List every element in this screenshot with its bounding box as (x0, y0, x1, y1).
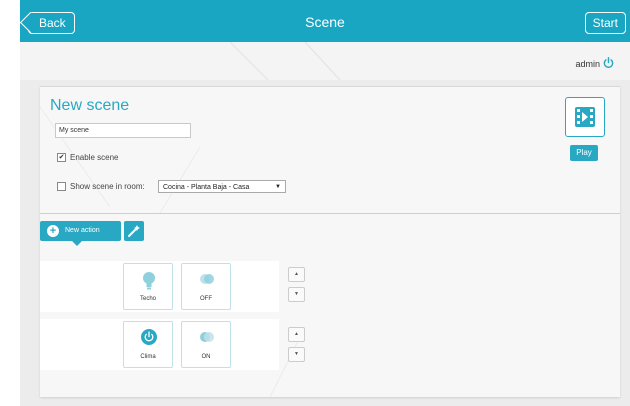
row-order-controls: ▲ ▼ (288, 267, 305, 307)
action-row: Clima ON (40, 319, 279, 370)
show-in-room-row: Show scene in room: (57, 182, 145, 191)
scene-card: New scene My scene ✔ Enable scene Show s… (40, 86, 620, 397)
state-label: OFF (200, 296, 212, 302)
start-button[interactable]: Start (584, 12, 626, 34)
wand-button[interactable] (124, 221, 144, 241)
enable-scene-checkbox[interactable]: ✔ (57, 153, 66, 162)
device-label: Clima (140, 354, 156, 360)
scene-icon-button[interactable] (565, 97, 605, 137)
top-bar: Back Scene Start (20, 0, 630, 42)
toggle-icon (200, 332, 214, 342)
user-info: admin (575, 57, 614, 70)
app-frame: Back Scene Start admin New scene My scen… (20, 0, 630, 406)
show-in-room-label: Show scene in room: (70, 182, 145, 191)
new-action-button[interactable]: + New action (40, 221, 121, 246)
username: admin (575, 58, 600, 69)
scene-name-input[interactable]: My scene (55, 123, 191, 138)
move-up-button[interactable]: ▲ (288, 327, 305, 342)
state-tile[interactable]: OFF (181, 263, 231, 310)
scene-heading: New scene (50, 97, 130, 114)
background-lines (229, 42, 341, 80)
play-button[interactable]: Play (570, 145, 598, 161)
state-tile[interactable]: ON (181, 321, 231, 368)
plus-icon: + (47, 225, 59, 237)
new-action-label: New action (65, 227, 100, 234)
page-title: Scene (305, 14, 345, 30)
bulb-icon (143, 272, 155, 290)
move-down-button[interactable]: ▼ (288, 347, 305, 362)
power-circle-icon (141, 329, 157, 345)
room-select[interactable]: Cocina - Planta Baja - Casa ▼ (158, 180, 286, 193)
enable-scene-row: ✔ Enable scene (57, 153, 118, 162)
enable-scene-label: Enable scene (70, 153, 119, 162)
row-order-controls: ▲ ▼ (288, 327, 305, 367)
wand-icon (128, 225, 140, 237)
device-label: Techo (139, 296, 156, 302)
move-down-button[interactable]: ▼ (288, 287, 305, 302)
film-icon (575, 107, 595, 127)
device-tile[interactable]: Techo (123, 263, 173, 310)
user-bar: admin (20, 42, 630, 80)
room-select-value: Cocina - Planta Baja - Casa (163, 184, 250, 191)
move-up-button[interactable]: ▲ (288, 267, 305, 282)
chevron-down-icon: ▼ (275, 184, 281, 190)
toggle-icon (200, 274, 214, 284)
device-tile[interactable]: Clima (123, 321, 173, 368)
action-row: Techo OFF (40, 261, 279, 312)
show-in-room-checkbox[interactable] (57, 182, 66, 191)
state-label: ON (201, 354, 211, 360)
power-icon[interactable] (603, 57, 614, 70)
divider (40, 213, 620, 214)
